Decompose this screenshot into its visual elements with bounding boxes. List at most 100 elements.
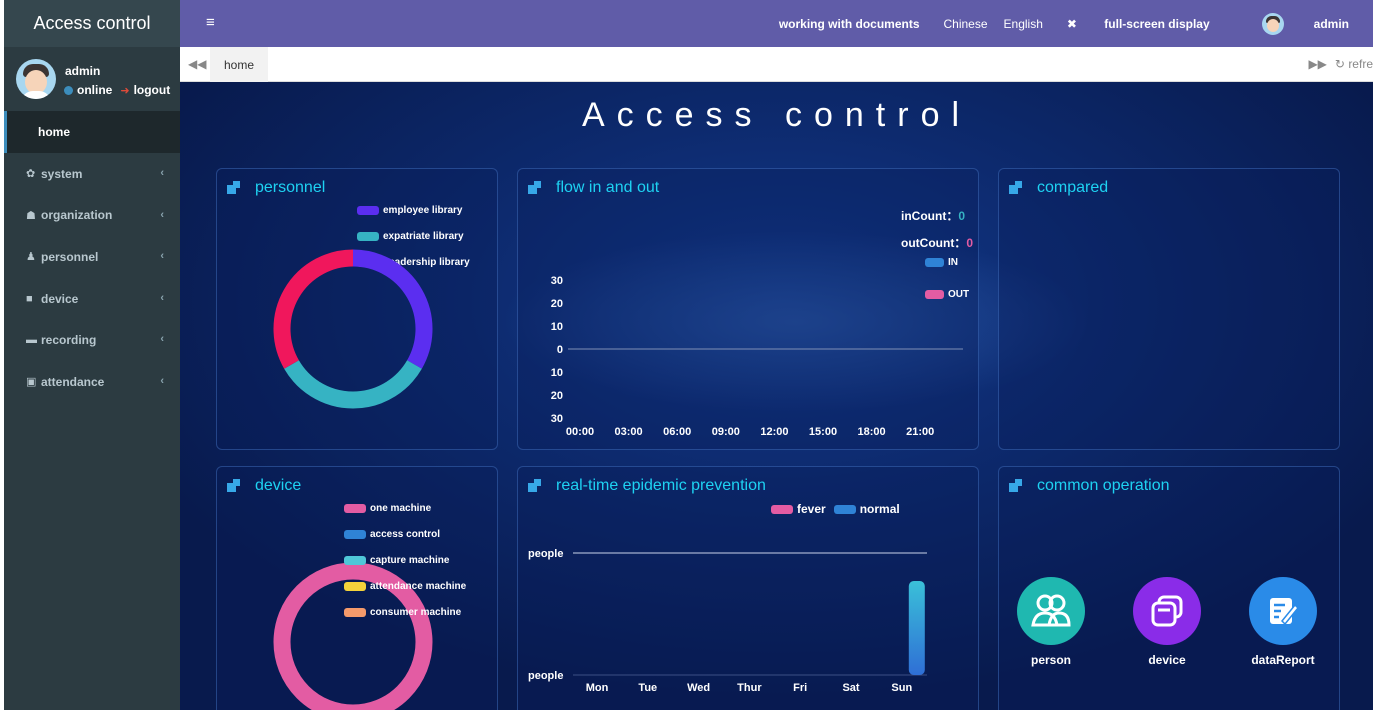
dashboard: Access control personnel employee librar… (180, 82, 1373, 710)
user-panel: admin online ➜ logout (4, 47, 180, 111)
tab-scroll-right-icon[interactable]: ▶▶ (1308, 57, 1326, 71)
panel-title: common operation (1009, 477, 1170, 495)
op-device-button[interactable]: device (1133, 577, 1201, 667)
refresh-button[interactable]: ↻ refre (1335, 57, 1373, 71)
sidebar-item-label: system (41, 166, 83, 181)
online-label: online (77, 83, 113, 97)
personnel-panel: personnel employee library expatriate li… (216, 168, 498, 450)
y-tick-label: 20 (551, 298, 563, 310)
sidebar-item-label: device (41, 291, 79, 306)
tab-home[interactable]: home (210, 47, 269, 82)
sidebar-item-organization[interactable]: ☗ organization ‹ (4, 195, 180, 237)
legend-swatch (344, 529, 366, 539)
legend-item[interactable]: access control (344, 521, 466, 547)
common-operation-panel: common operation person device dataRepor… (998, 466, 1340, 710)
legend-label: access control (370, 528, 441, 540)
video-camera-icon: ■ (26, 292, 33, 305)
legend-swatch (344, 607, 366, 617)
donut-slice (352, 249, 433, 369)
report-edit-icon (1249, 577, 1317, 645)
legend-item[interactable]: capture machine (344, 547, 466, 573)
users-icon: ☗ (26, 209, 36, 222)
sidebar-item-label: personnel (41, 249, 99, 264)
legend-label: attendance machine (370, 580, 467, 592)
logout-icon[interactable]: ➜ (120, 84, 129, 97)
logout-link[interactable]: logout (134, 83, 171, 97)
legend-item[interactable]: attendance machine (344, 573, 466, 599)
device-legend: one machine access control capture machi… (344, 495, 466, 625)
chevron-left-icon: ‹ (160, 374, 164, 387)
x-tick-label: 18:00 (858, 426, 886, 438)
sidebar-item-recording[interactable]: ▬ recording ‹ (4, 319, 180, 361)
x-tick-label: Sat (842, 682, 859, 694)
y-tick-label: people (528, 670, 563, 682)
sidebar-item-attendance[interactable]: ▣ attendance ‹ (4, 361, 180, 403)
legend-label: consumer machine (370, 606, 462, 618)
sidebar-item-device[interactable]: ■ device ‹ (4, 278, 180, 320)
header-nav: working with documents Chinese English ✖… (779, 0, 1373, 47)
y-tick-label: 20 (551, 390, 563, 402)
flow-panel: flow in and out inCount：0 outCount：0 IN … (517, 168, 979, 450)
header-user-name: admin (1313, 16, 1349, 31)
refresh-label: refre (1348, 57, 1373, 71)
sidebar-item-personnel[interactable]: ♟ personnel ‹ (4, 236, 180, 278)
panel-title-icon (1009, 479, 1023, 493)
lang-chinese-link[interactable]: Chinese (944, 17, 988, 31)
personnel-donut-chart (273, 249, 433, 409)
header-user-menu[interactable]: admin (1261, 12, 1373, 35)
lang-english-link[interactable]: English (1004, 17, 1043, 31)
chevron-left-icon: ‹ (160, 208, 164, 221)
sidebar-item-system[interactable]: ✿ system ‹ (4, 153, 180, 195)
panel-title-text: common operation (1037, 477, 1170, 494)
bar-normal (908, 581, 925, 675)
docs-link[interactable]: working with documents (779, 17, 920, 31)
y-tick-label: 10 (551, 321, 563, 333)
sidebar-item-label: organization (41, 208, 113, 223)
top-header: ≡ working with documents Chinese English… (180, 0, 1373, 47)
calendar-icon: ▣ (26, 376, 37, 389)
online-dot-icon (64, 85, 73, 95)
legend-item[interactable]: consumer machine (344, 599, 466, 625)
app-logo[interactable]: Access control (4, 0, 180, 47)
refresh-icon: ↻ (1334, 57, 1349, 71)
hamburger-menu-icon[interactable]: ≡ (206, 14, 215, 31)
flow-line-chart: 302010010203000:00 03:00 06:00 09:00 12:00 15… (551, 275, 963, 438)
x-tick-label: Mon (586, 682, 609, 694)
sidebar-item-label: home (38, 125, 71, 139)
x-tick-label: Fri (793, 682, 807, 694)
x-tick-label: Tue (638, 682, 657, 694)
op-label: device (1148, 653, 1186, 667)
panel-title-icon (1009, 181, 1023, 195)
epidemic-bar-chart: people people Mon Tue Wed Thur Fri Sat Sun (528, 548, 927, 694)
legend-item[interactable]: one machine (344, 495, 466, 521)
legend-swatch (344, 581, 366, 591)
device-panel: device one machine access control captur… (216, 466, 498, 710)
user-icon: ♟ (26, 251, 36, 264)
epidemic-panel: real-time epidemic prevention fever norm… (517, 466, 979, 710)
op-person-button[interactable]: person (1017, 577, 1085, 667)
header-avatar (1261, 12, 1284, 35)
person-group-icon (1017, 577, 1085, 645)
x-tick-label: 03:00 (615, 426, 643, 438)
x-tick-label: 09:00 (712, 426, 740, 438)
expand-icon: ✖ (1066, 16, 1081, 31)
sidebar: Access control admin online ➜ logout hom… (4, 0, 180, 710)
x-tick-label: 21:00 (906, 426, 934, 438)
y-tick-label: people (528, 548, 563, 560)
gear-icon: ✿ (26, 168, 36, 181)
tab-scroll-left-icon[interactable]: ◀◀ (188, 57, 206, 71)
y-tick-label: 30 (551, 275, 563, 287)
x-tick-label: 00:00 (566, 426, 594, 438)
user-avatar (16, 59, 56, 99)
user-status: online ➜ logout (64, 83, 170, 97)
chevron-left-icon: ‹ (160, 291, 164, 304)
sidebar-item-home[interactable]: home (4, 111, 180, 153)
panel-title: compared (1009, 179, 1108, 197)
chevron-left-icon: ‹ (160, 167, 164, 179)
page-title: Access control (581, 96, 972, 134)
sidebar-item-label: attendance (41, 374, 105, 389)
fullscreen-label: full-screen display (1104, 16, 1210, 31)
op-datareport-button[interactable]: dataReport (1249, 577, 1317, 667)
op-label: person (1030, 653, 1071, 667)
fullscreen-button[interactable]: ✖ full-screen display (1067, 17, 1234, 31)
